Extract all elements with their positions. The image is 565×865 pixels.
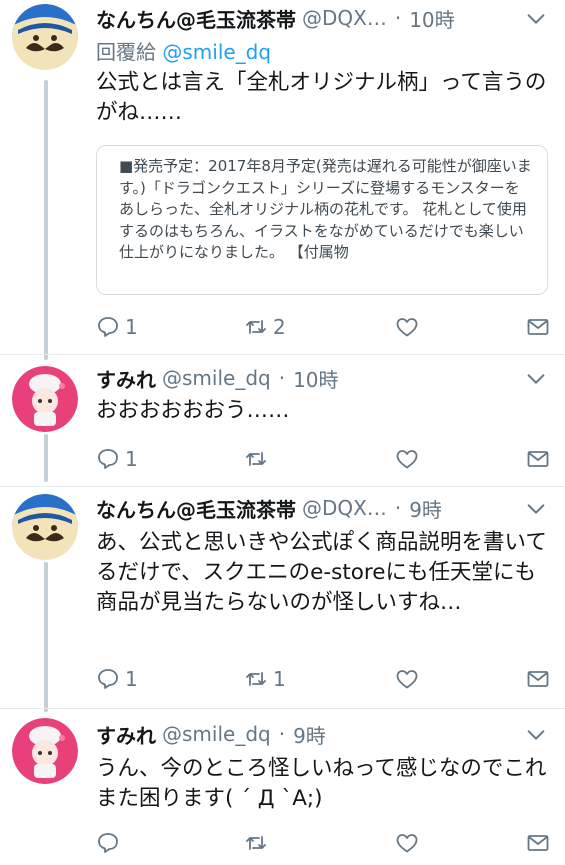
avatar[interactable] [12,366,78,432]
link-card-text: ■発売予定：2017年8月予定(発売は遅れる可能性が御座います。)「ドラゴンクエ… [119,157,532,261]
chevron-down-icon[interactable] [525,368,547,390]
timestamp[interactable]: 9時 [409,494,442,523]
tweet-text: おおおおおおう…… [96,398,290,423]
tweet-actions [96,828,556,858]
tweet-header: すみれ @smile_dq · 10時 [96,362,547,394]
dm-icon [526,447,550,471]
reply-count: 1 [125,667,138,691]
retweet-icon [244,831,268,855]
display-name[interactable]: なんちん@毛玉流茶帯 [96,4,296,33]
retweet-icon [244,667,268,691]
user-handle[interactable]: @DQX… [302,496,387,520]
retweet-button[interactable] [244,828,273,858]
like-button[interactable] [395,312,419,342]
dm-icon [526,831,550,855]
retweet-button[interactable] [244,444,273,474]
user-handle[interactable]: @DQX… [302,6,387,30]
separator: · [278,722,286,746]
tweet-text: 公式とは言え「全札オリジナル柄」って言うのがね…… [96,70,547,125]
link-card[interactable]: ■発売予定：2017年8月予定(発売は遅れる可能性が御座います。)「ドラゴンクエ… [96,145,548,295]
retweet-button[interactable]: 2 [244,312,286,342]
dm-button[interactable] [526,828,550,858]
tweet-header: なんちん@毛玉流茶帯 @DQX… · 10時 [96,2,547,34]
tweet-actions: 1 2 [96,312,556,342]
chevron-down-icon[interactable] [525,498,547,520]
chevron-down-icon[interactable] [525,724,547,746]
tweet-header: なんちん@毛玉流茶帯 @DQX… · 9時 [96,492,547,524]
reply-count: 1 [125,447,138,471]
like-button[interactable] [395,828,419,858]
timestamp[interactable]: 9時 [293,720,326,749]
separator: · [394,6,402,30]
reply-mention-link[interactable]: @smile_dq [162,40,271,64]
reply-icon [96,667,120,691]
dm-icon [526,667,550,691]
retweet-count: 1 [273,667,286,691]
dm-button[interactable] [526,312,550,342]
divider [0,354,565,355]
thread-line [44,562,48,712]
timestamp[interactable]: 10時 [293,364,338,393]
reply-button[interactable]: 1 [96,312,138,342]
reply-button[interactable] [96,828,125,858]
display-name[interactable]: すみれ [96,720,156,749]
like-icon [395,667,419,691]
reply-prefix: 回覆給 [96,40,156,64]
separator: · [278,366,286,390]
reply-icon [96,447,120,471]
divider [0,486,565,487]
avatar[interactable] [12,494,78,560]
tweet-actions: 1 [96,444,556,474]
retweet-icon [244,315,268,339]
reply-context: 回覆給 @smile_dq [96,38,271,66]
dm-icon [526,315,550,339]
display-name[interactable]: すみれ [96,364,156,393]
display-name[interactable]: なんちん@毛玉流茶帯 [96,494,296,523]
thread-line [44,80,48,360]
retweet-button[interactable]: 1 [244,664,286,694]
reply-button[interactable]: 1 [96,664,138,694]
user-handle[interactable]: @smile_dq [162,722,271,746]
avatar[interactable] [12,4,78,70]
like-button[interactable] [395,444,419,474]
dm-button[interactable] [526,444,550,474]
like-icon [395,831,419,855]
user-handle[interactable]: @smile_dq [162,366,271,390]
like-button[interactable] [395,664,419,694]
chevron-down-icon[interactable] [525,8,547,30]
avatar[interactable] [12,718,78,784]
reply-button[interactable]: 1 [96,444,138,474]
like-icon [395,315,419,339]
separator: · [394,496,402,520]
reply-count: 1 [125,315,138,339]
timestamp[interactable]: 10時 [409,4,454,33]
retweet-count: 2 [273,315,286,339]
reply-icon [96,315,120,339]
tweet-header: すみれ @smile_dq · 9時 [96,718,547,750]
thread-line [44,434,48,482]
reply-icon [96,831,120,855]
tweet-text: うん、今のところ怪しいねって感じなのでこれまた困ります( ´ Д `A;) [96,756,547,811]
dm-button[interactable] [526,664,550,694]
retweet-icon [244,447,268,471]
like-icon [395,447,419,471]
tweet-actions: 1 1 [96,664,556,694]
tweet-text: あ、公式と思いきや公式ぽく商品説明を書いてるだけで、スクエニのe-storeにも… [96,530,547,615]
divider [0,708,565,709]
